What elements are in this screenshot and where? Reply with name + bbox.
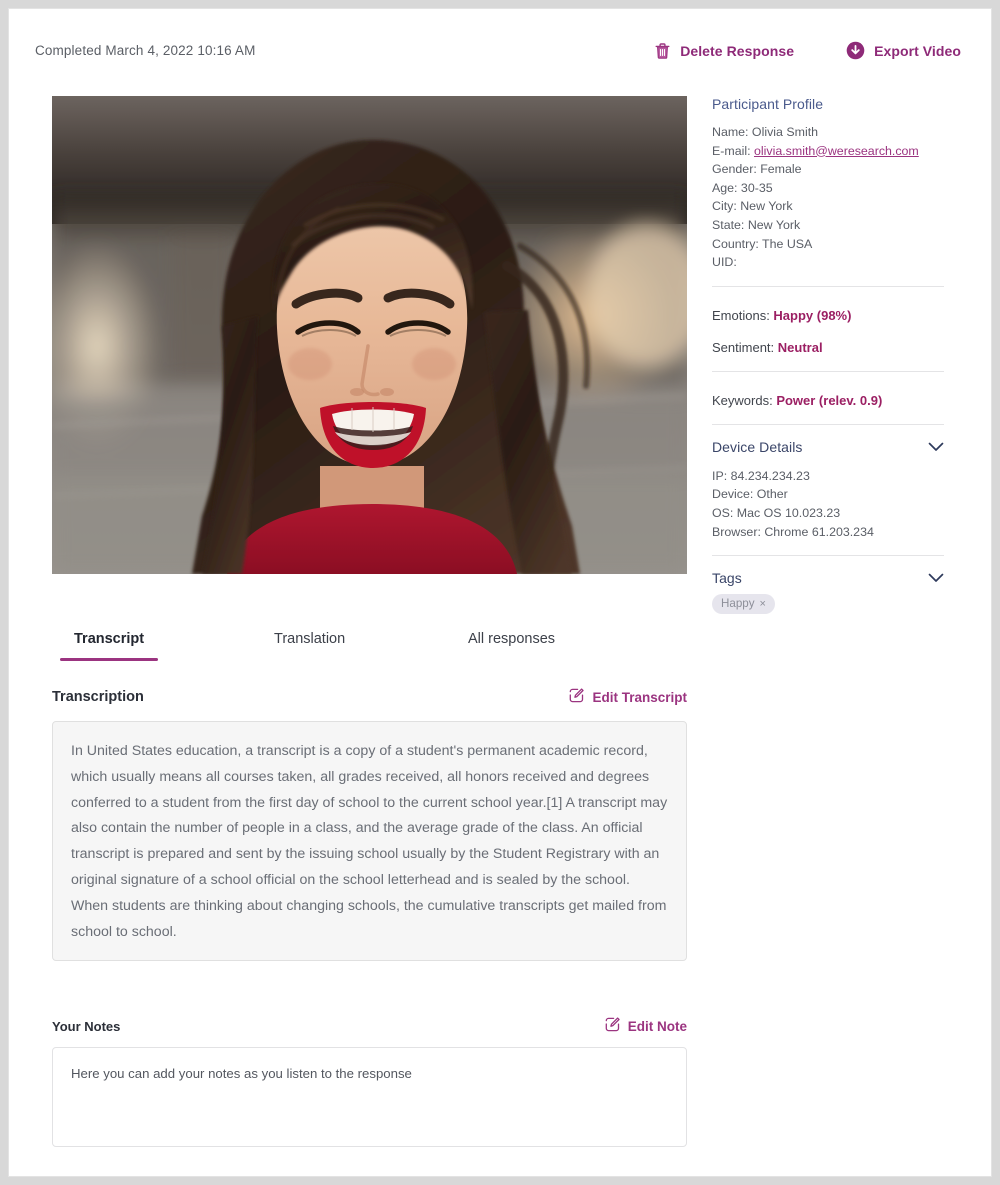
media-column — [52, 96, 687, 574]
emotions-value: Happy (98%) — [773, 307, 852, 323]
emotions-row: Emotions: Happy (98%) — [712, 307, 944, 325]
details-sidebar: Participant Profile Name: Olivia Smith E… — [712, 96, 944, 615]
profile-email-label: E-mail: — [712, 143, 754, 158]
tab-translation[interactable]: Translation — [274, 631, 345, 661]
export-video-label: Export Video — [874, 42, 961, 59]
transcript-readonly-box: In United States education, a transcript… — [52, 721, 687, 961]
profile-country: Country: The USA — [712, 236, 813, 251]
notes-title: Your Notes — [52, 1018, 121, 1034]
response-detail-card: Completed March 4, 2022 10:16 AM Delete … — [8, 8, 992, 1177]
tags-title: Tags — [712, 570, 742, 587]
completed-timestamp: Completed March 4, 2022 10:16 AM — [35, 43, 256, 58]
tags-header[interactable]: Tags — [712, 570, 944, 586]
tag-label: Happy — [721, 597, 755, 611]
profile-age: Age: 30-35 — [712, 180, 773, 195]
profile-gender: Gender: Female — [712, 162, 802, 177]
transcript-text: In United States education, a transcript… — [71, 743, 668, 940]
sentiment-value: Neutral — [777, 339, 823, 355]
tab-all-responses[interactable]: All responses — [468, 631, 555, 661]
keywords-label: Keywords: — [712, 392, 777, 408]
download-circle-icon — [846, 41, 865, 60]
delete-response-button[interactable]: Delete Response — [654, 42, 794, 60]
pencil-square-icon — [605, 1017, 620, 1035]
participant-portrait — [52, 96, 687, 574]
profile-uid: UID: — [712, 255, 737, 270]
profile-email-row: E-mail: olivia.smith@weresearch.com — [712, 142, 944, 161]
top-actions: Delete Response Export Video — [654, 41, 961, 60]
notes-placeholder: Here you can add your notes as you liste… — [71, 1066, 412, 1081]
profile-state: State: New York — [712, 217, 801, 232]
device-os: OS: Mac OS 10.023.23 — [712, 505, 841, 520]
transcription-header: Transcription Edit Transcript — [52, 688, 687, 706]
sentiment-row: Sentiment: Neutral — [712, 339, 944, 357]
export-video-button[interactable]: Export Video — [846, 41, 961, 60]
pencil-square-icon — [569, 688, 585, 706]
edit-transcript-label: Edit Transcript — [592, 689, 687, 705]
keywords-row: Keywords: Power (relev. 0.9) — [712, 392, 944, 410]
trash-icon — [654, 42, 671, 60]
tag-remove-icon[interactable]: × — [760, 598, 766, 610]
edit-note-button[interactable]: Edit Note — [605, 1017, 687, 1035]
transcription-title: Transcription — [52, 689, 144, 705]
device-browser: Browser: Chrome 61.203.234 — [712, 524, 874, 539]
device-details-header[interactable]: Device Details — [712, 439, 944, 455]
chevron-down-icon[interactable] — [928, 442, 944, 452]
profile-name: Name: Olivia Smith — [712, 125, 819, 139]
device-type: Device: Other — [712, 487, 788, 502]
emotions-label: Emotions: — [712, 307, 774, 323]
sentiment-label: Sentiment: — [712, 339, 778, 355]
profile-city: City: New York — [712, 199, 793, 214]
notes-input-box[interactable]: Here you can add your notes as you liste… — [52, 1047, 687, 1147]
content-tabs: Transcript Translation All responses — [52, 621, 692, 667]
delete-response-label: Delete Response — [680, 42, 795, 59]
top-bar: Completed March 4, 2022 10:16 AM Delete … — [9, 9, 991, 79]
notes-header: Your Notes Edit Note — [52, 1017, 687, 1035]
keywords-value: Power (relev. 0.9) — [776, 392, 883, 408]
device-details-title: Device Details — [712, 438, 803, 455]
response-video-player[interactable] — [52, 96, 687, 574]
edit-transcript-button[interactable]: Edit Transcript — [569, 688, 687, 706]
edit-note-label: Edit Note — [627, 1018, 687, 1034]
participant-profile-title: Participant Profile — [712, 96, 824, 112]
tag-chip-happy[interactable]: Happy × — [712, 594, 775, 615]
profile-email-link[interactable]: olivia.smith@weresearch.com — [754, 144, 919, 158]
chevron-down-icon[interactable] — [928, 573, 944, 583]
device-ip: IP: 84.234.234.23 — [712, 468, 810, 483]
tab-transcript[interactable]: Transcript — [59, 631, 159, 661]
